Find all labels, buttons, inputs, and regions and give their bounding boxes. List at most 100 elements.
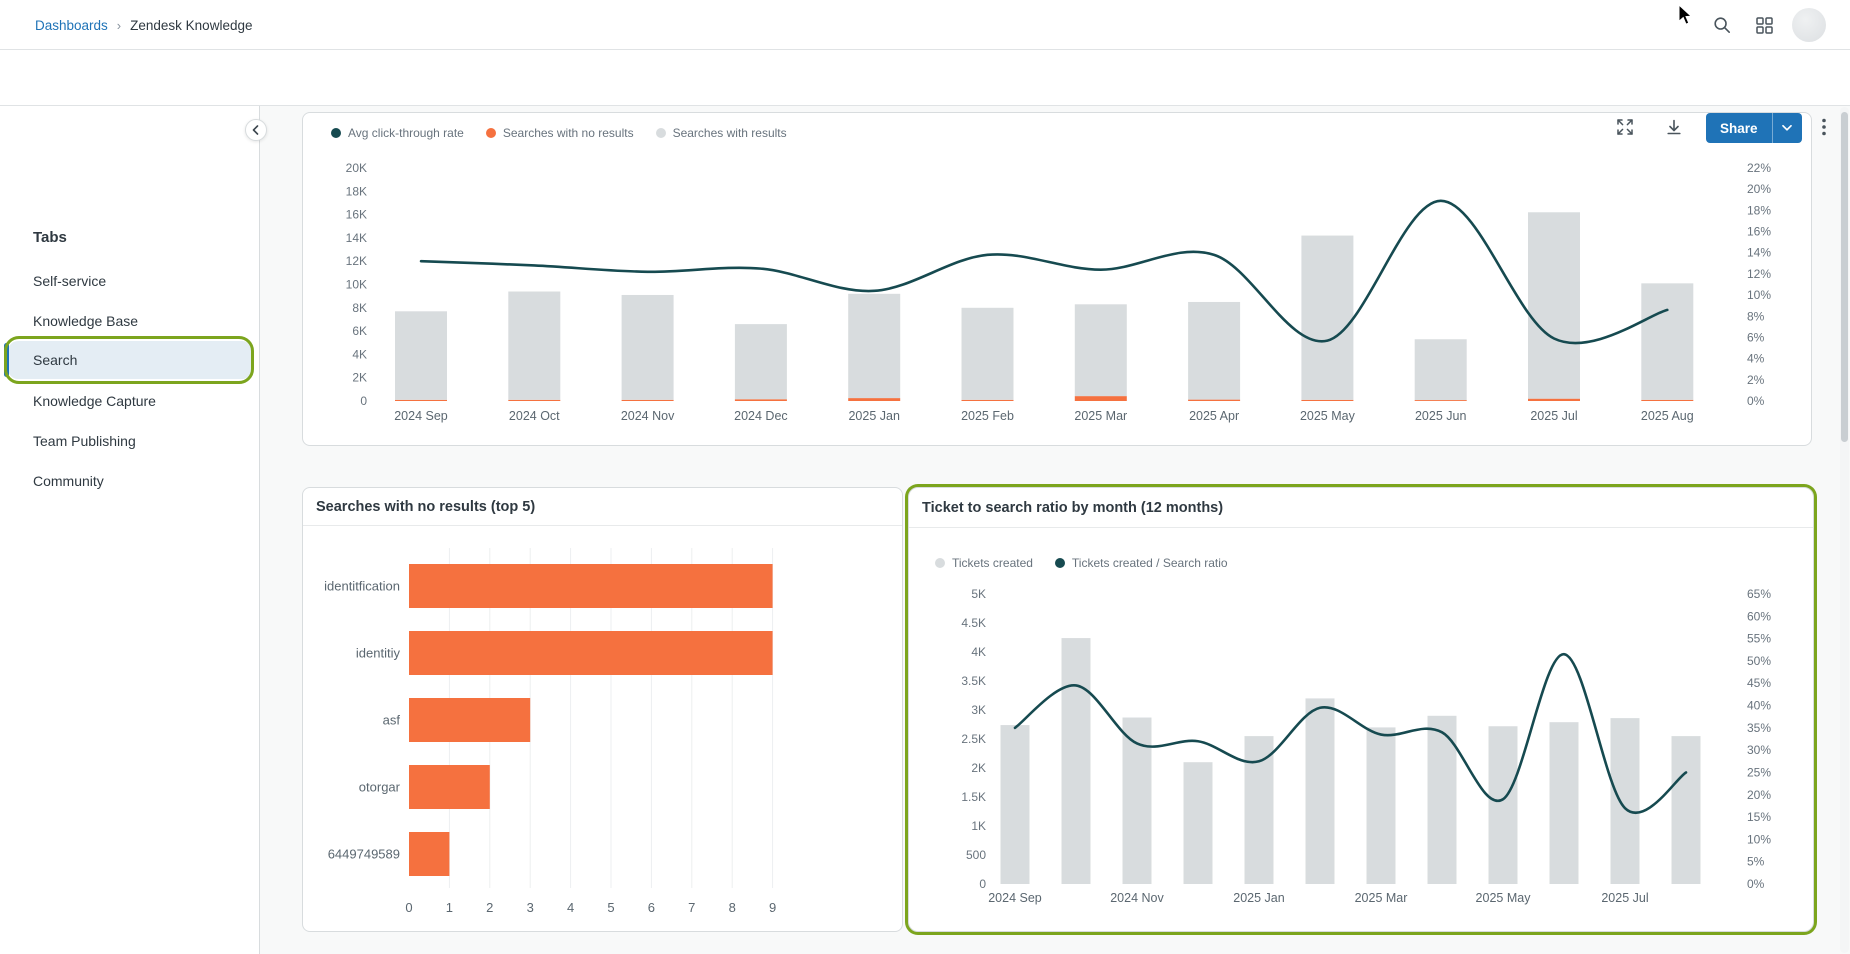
svg-text:2025 Mar: 2025 Mar xyxy=(1355,891,1408,905)
svg-text:4: 4 xyxy=(567,900,574,915)
svg-text:10K: 10K xyxy=(346,278,367,292)
ticket-ratio-chart[interactable]: 5K4.5K4K3.5K3K2.5K2K1.5K1K500065%60%55%5… xyxy=(909,488,1813,931)
kebab-menu-icon xyxy=(1822,118,1826,136)
svg-text:2K: 2K xyxy=(971,761,986,775)
svg-text:2.5K: 2.5K xyxy=(961,732,986,746)
svg-text:otorgar: otorgar xyxy=(359,780,401,795)
svg-text:6K: 6K xyxy=(352,324,367,338)
svg-text:55%: 55% xyxy=(1747,632,1771,646)
breadcrumb-dashboards-link[interactable]: Dashboards xyxy=(35,18,108,33)
svg-text:2025 Apr: 2025 Apr xyxy=(1189,409,1239,423)
no-results-top5-chart[interactable]: identitfication identitiy asf otorgar 644974… xyxy=(303,488,902,931)
svg-text:3: 3 xyxy=(527,900,534,915)
legend-item: Searches with results xyxy=(656,126,787,140)
sidebar-item-knowledge-base[interactable]: Knowledge Base xyxy=(0,302,260,340)
svg-text:22%: 22% xyxy=(1747,161,1771,175)
svg-text:2024 Nov: 2024 Nov xyxy=(621,409,675,423)
svg-text:0%: 0% xyxy=(1747,394,1765,408)
svg-text:2025 Feb: 2025 Feb xyxy=(961,409,1014,423)
svg-text:35%: 35% xyxy=(1747,721,1771,735)
svg-text:6449749589: 6449749589 xyxy=(328,847,400,862)
legend-item: Searches with no results xyxy=(486,126,634,140)
search-performance-chart[interactable]: 20K18K16K14K12K10K8K6K4K2K022%20%18%16%1… xyxy=(303,113,1811,445)
svg-text:4K: 4K xyxy=(352,347,367,361)
no-results-top5-chart-card: Searches with no results (top 5) identit… xyxy=(302,487,903,932)
svg-text:18K: 18K xyxy=(346,184,367,198)
svg-text:7: 7 xyxy=(688,900,695,915)
share-button[interactable]: Share xyxy=(1706,113,1772,143)
svg-text:8K: 8K xyxy=(352,301,367,315)
legend-label: Avg click-through rate xyxy=(348,126,464,140)
download-button[interactable] xyxy=(1656,109,1692,145)
svg-text:2%: 2% xyxy=(1747,373,1765,387)
ticket-ratio-chart-card: Ticket to search ratio by month (12 mont… xyxy=(908,487,1814,932)
svg-text:60%: 60% xyxy=(1747,609,1771,623)
svg-text:identitfication: identitfication xyxy=(324,579,400,594)
svg-text:2025 Jul: 2025 Jul xyxy=(1601,891,1648,905)
share-button-group: Share xyxy=(1706,113,1802,143)
svg-text:1.5K: 1.5K xyxy=(961,790,986,804)
svg-text:0: 0 xyxy=(360,394,367,408)
user-avatar[interactable] xyxy=(1792,8,1826,42)
svg-text:25%: 25% xyxy=(1747,765,1771,779)
svg-text:10%: 10% xyxy=(1747,288,1771,302)
sidebar-item-self-service[interactable]: Self-service xyxy=(0,262,260,300)
legend-label: Searches with results xyxy=(673,126,787,140)
svg-text:2025 Jun: 2025 Jun xyxy=(1415,409,1466,423)
apps-button[interactable] xyxy=(1746,7,1782,43)
svg-text:12K: 12K xyxy=(346,254,367,268)
fullscreen-icon xyxy=(1616,118,1634,136)
svg-text:asf: asf xyxy=(383,713,401,728)
svg-text:9: 9 xyxy=(769,900,776,915)
legend-label: Searches with no results xyxy=(503,126,634,140)
svg-text:12%: 12% xyxy=(1747,267,1771,281)
legend-dot-with-results xyxy=(656,128,666,138)
legend-item: Avg click-through rate xyxy=(331,126,464,140)
svg-text:identitiy: identitiy xyxy=(356,646,401,661)
sidebar-collapse-button[interactable] xyxy=(245,119,267,141)
legend-label: Tickets created / Search ratio xyxy=(1072,556,1228,570)
legend-dot-ratio xyxy=(1055,558,1065,568)
svg-text:3.5K: 3.5K xyxy=(961,674,986,688)
svg-text:5: 5 xyxy=(607,900,614,915)
svg-text:15%: 15% xyxy=(1747,810,1771,824)
svg-text:16%: 16% xyxy=(1747,225,1771,239)
svg-text:1: 1 xyxy=(446,900,453,915)
svg-text:2024 Nov: 2024 Nov xyxy=(1110,891,1164,905)
fullscreen-button[interactable] xyxy=(1607,109,1643,145)
breadcrumb-separator-icon: › xyxy=(117,18,121,33)
svg-text:2025 Jan: 2025 Jan xyxy=(1233,891,1284,905)
share-dropdown-button[interactable] xyxy=(1772,113,1802,143)
sidebar-title: Tabs xyxy=(33,218,67,256)
svg-text:3K: 3K xyxy=(971,703,986,717)
svg-text:4%: 4% xyxy=(1747,352,1765,366)
svg-text:20%: 20% xyxy=(1747,788,1771,802)
svg-text:2024 Dec: 2024 Dec xyxy=(734,409,788,423)
sidebar-item-search[interactable]: Search xyxy=(0,341,260,379)
svg-text:45%: 45% xyxy=(1747,676,1771,690)
svg-text:30%: 30% xyxy=(1747,743,1771,757)
download-icon xyxy=(1665,118,1683,136)
svg-text:40%: 40% xyxy=(1747,699,1771,713)
sidebar-item-community[interactable]: Community xyxy=(0,462,260,500)
svg-text:2024 Sep: 2024 Sep xyxy=(394,409,448,423)
svg-text:20K: 20K xyxy=(346,161,367,175)
svg-text:2025 Jan: 2025 Jan xyxy=(848,409,899,423)
sidebar-item-knowledge-capture[interactable]: Knowledge Capture xyxy=(0,382,260,420)
svg-text:4.5K: 4.5K xyxy=(961,616,986,630)
svg-text:2024 Oct: 2024 Oct xyxy=(509,409,560,423)
svg-text:0: 0 xyxy=(979,877,986,891)
svg-text:8%: 8% xyxy=(1747,309,1765,323)
svg-text:2025 May: 2025 May xyxy=(1300,409,1356,423)
legend-dot-tickets-created xyxy=(935,558,945,568)
legend-dot-avg-ctr xyxy=(331,128,341,138)
svg-text:14K: 14K xyxy=(346,231,367,245)
sidebar-item-team-publishing[interactable]: Team Publishing xyxy=(0,422,260,460)
more-options-button[interactable] xyxy=(1806,109,1842,145)
search-button[interactable] xyxy=(1704,7,1740,43)
svg-text:6%: 6% xyxy=(1747,330,1765,344)
svg-text:14%: 14% xyxy=(1747,246,1771,260)
legend-dot-no-results xyxy=(486,128,496,138)
scrollbar-thumb[interactable] xyxy=(1841,112,1848,442)
svg-text:20%: 20% xyxy=(1747,182,1771,196)
